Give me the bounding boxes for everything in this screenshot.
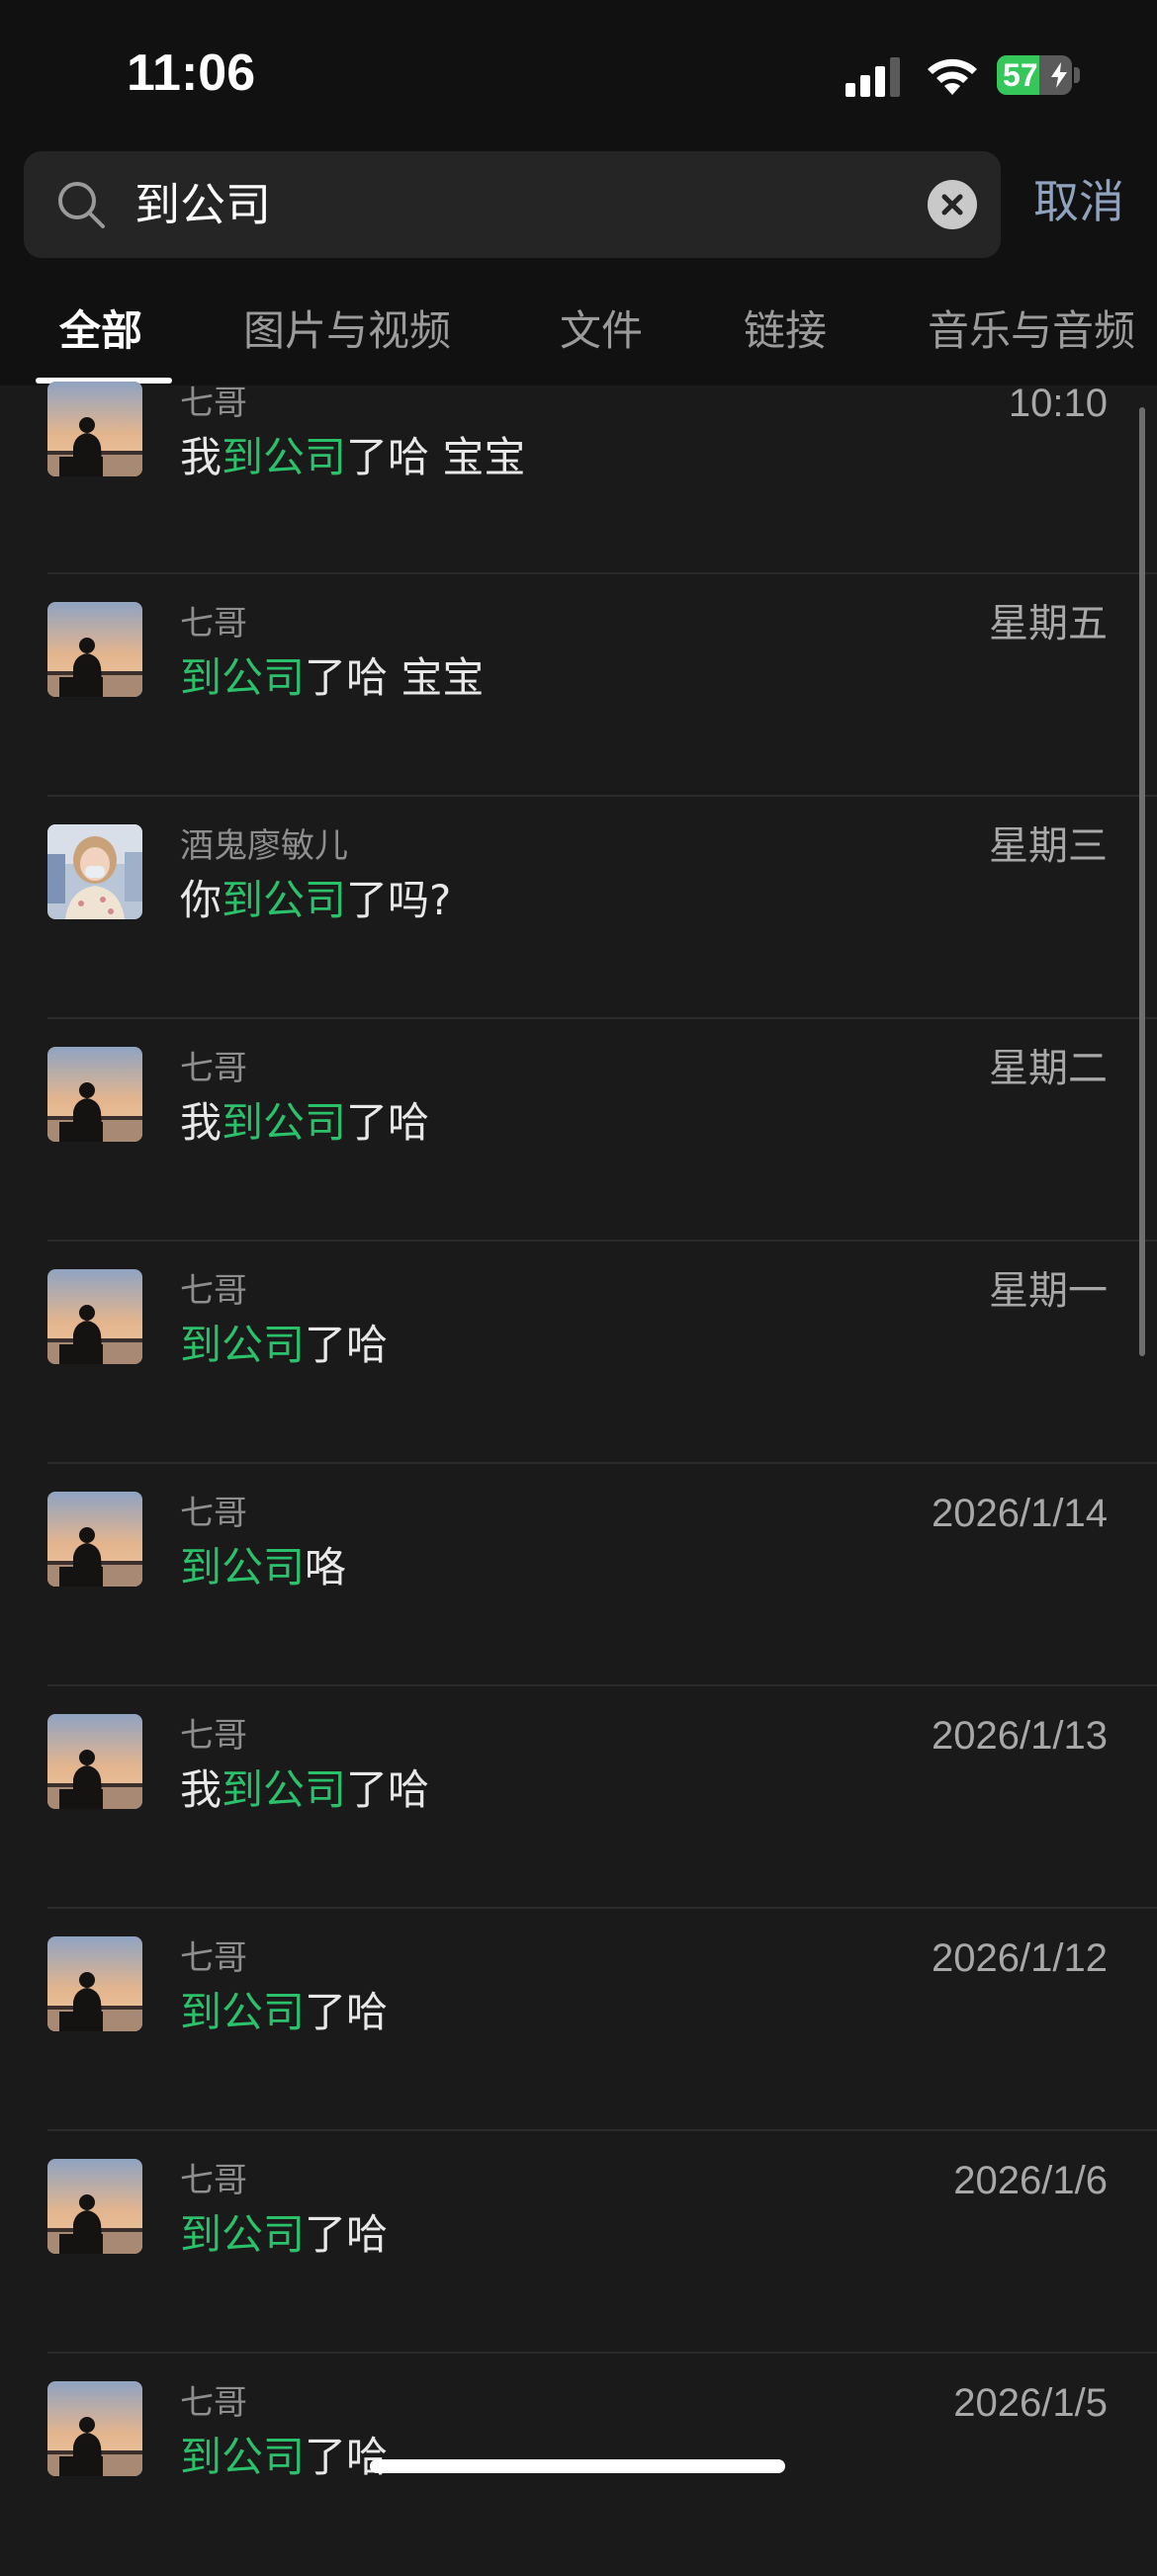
snippet-highlight: 到公司 [180,1321,306,1369]
cellular-signal-icon [846,57,900,97]
sender-name: 七哥 [180,1271,247,1311]
message-snippet: 到公司咯 [180,1541,346,1594]
snippet-suffix: 了哈 [305,1988,389,2036]
result-row[interactable]: 七哥 星期五到公司了哈 宝宝 [0,574,1157,797]
battery-tip [1074,67,1080,83]
avatar [47,602,142,697]
snippet-suffix: 了哈 [305,2210,389,2259]
search-header: 到公司 取消 [0,148,1157,267]
message-date: 2026/1/14 [932,1492,1108,1535]
avatar [47,1047,142,1142]
charging-bolt-icon [1051,62,1067,88]
message-date: 2026/1/12 [932,1936,1108,1980]
result-row[interactable]: 七哥 2026/1/12 到公司了哈 [0,1909,1157,2131]
message-snippet: 我到公司了哈 [180,1763,429,1817]
snippet-highlight: 到公司 [180,653,306,702]
message-date: 星期五 [989,602,1108,645]
search-query: 到公司 [134,178,271,231]
snippet-suffix: 咯 [305,1543,347,1591]
filter-tabs: 全部 图片与视频 文件 链接 音乐与音频 [0,267,1157,386]
snippet-highlight: 到公司 [222,1765,347,1814]
message-date: 星期一 [989,1269,1108,1313]
snippet-highlight: 到公司 [222,433,347,481]
status-time: 11:06 [127,44,256,102]
sender-name: 七哥 [180,1494,247,1533]
message-date: 2026/1/6 [953,2159,1108,2202]
message-snippet: 到公司了哈 [180,1986,388,2039]
tab-links[interactable]: 链接 [744,304,827,358]
message-snippet: 到公司了哈 [180,2431,388,2484]
wifi-icon [928,58,977,95]
message-snippet: 到公司了哈 [180,1319,388,1372]
message-snippet: 到公司了哈 宝宝 [180,651,484,705]
search-input[interactable]: 到公司 [24,151,1001,258]
tab-files[interactable]: 文件 [560,304,643,358]
result-row[interactable]: 七哥 2026/1/13 我到公司了哈 [0,1686,1157,1909]
snippet-prefix: 我 [180,433,222,481]
sender-name: 七哥 [180,1716,247,1756]
scrollbar[interactable] [1139,407,1145,1356]
sender-name: 七哥 [180,2383,247,2423]
avatar [47,2381,142,2476]
close-icon [941,194,963,215]
avatar [47,824,142,919]
tab-photos-videos[interactable]: 图片与视频 [243,304,451,358]
snippet-prefix: 我 [180,1098,222,1147]
snippet-highlight: 到公司 [180,1988,306,2036]
snippet-highlight: 到公司 [180,2433,306,2481]
snippet-suffix: 了哈 [346,1765,430,1814]
avatar [47,1714,142,1809]
snippet-suffix: 了哈 宝宝 [305,653,485,702]
avatar [47,382,142,476]
snippet-suffix: 了哈 [305,2433,389,2481]
sender-name: 七哥 [180,384,247,423]
snippet-highlight: 到公司 [180,2210,306,2259]
message-snippet: 你到公司了吗? [180,874,451,927]
tab-all[interactable]: 全部 [59,304,142,358]
snippet-prefix: 你 [180,876,222,924]
snippet-suffix: 了吗? [346,876,452,924]
result-row[interactable]: 七哥 2026/1/6 到公司了哈 [0,2131,1157,2354]
snippet-prefix: 我 [180,1765,222,1814]
sender-name: 七哥 [180,2161,247,2200]
message-date: 星期三 [989,824,1108,868]
status-bar: 11:06 57 [0,0,1157,148]
sender-name: 七哥 [180,1049,247,1088]
snippet-suffix: 了哈 宝宝 [346,433,526,481]
tab-music-audio[interactable]: 音乐与音频 [928,304,1135,358]
message-date: 10:10 [1008,382,1108,425]
snippet-highlight: 到公司 [180,1543,306,1591]
result-row[interactable]: 七哥 10:10 我到公司了哈 宝宝 [0,378,1157,574]
message-snippet: 我到公司了哈 [180,1096,429,1150]
avatar [47,1936,142,2031]
snippet-suffix: 了哈 [305,1321,389,1369]
snippet-suffix: 了哈 [346,1098,430,1147]
search-icon [58,182,105,228]
avatar [47,1269,142,1364]
result-row[interactable]: 七哥 2026/1/14 到公司咯 [0,1464,1157,1686]
message-snippet: 到公司了哈 [180,2208,388,2262]
result-row[interactable]: 七哥 星期一到公司了哈 [0,1242,1157,1464]
clear-search-button[interactable] [928,180,977,229]
result-row[interactable]: 七哥 星期二我到公司了哈 [0,1019,1157,1242]
snippet-highlight: 到公司 [222,876,347,924]
home-indicator [370,2459,785,2473]
message-date: 2026/1/5 [953,2381,1108,2425]
sender-name: 酒鬼廖敏儿 [180,826,348,866]
message-snippet: 我到公司了哈 宝宝 [180,431,525,484]
message-date: 2026/1/13 [932,1714,1108,1758]
avatar [47,2159,142,2254]
sender-name: 七哥 [180,604,247,644]
message-date: 星期二 [989,1047,1108,1090]
avatar [47,1492,142,1587]
battery-icon: 57 [997,55,1072,95]
sender-name: 七哥 [180,1938,247,1978]
result-row[interactable]: 酒鬼廖敏儿 星期三你到公司了吗? [0,797,1157,1019]
snippet-highlight: 到公司 [222,1098,347,1147]
cancel-button[interactable]: 取消 [1033,174,1124,229]
